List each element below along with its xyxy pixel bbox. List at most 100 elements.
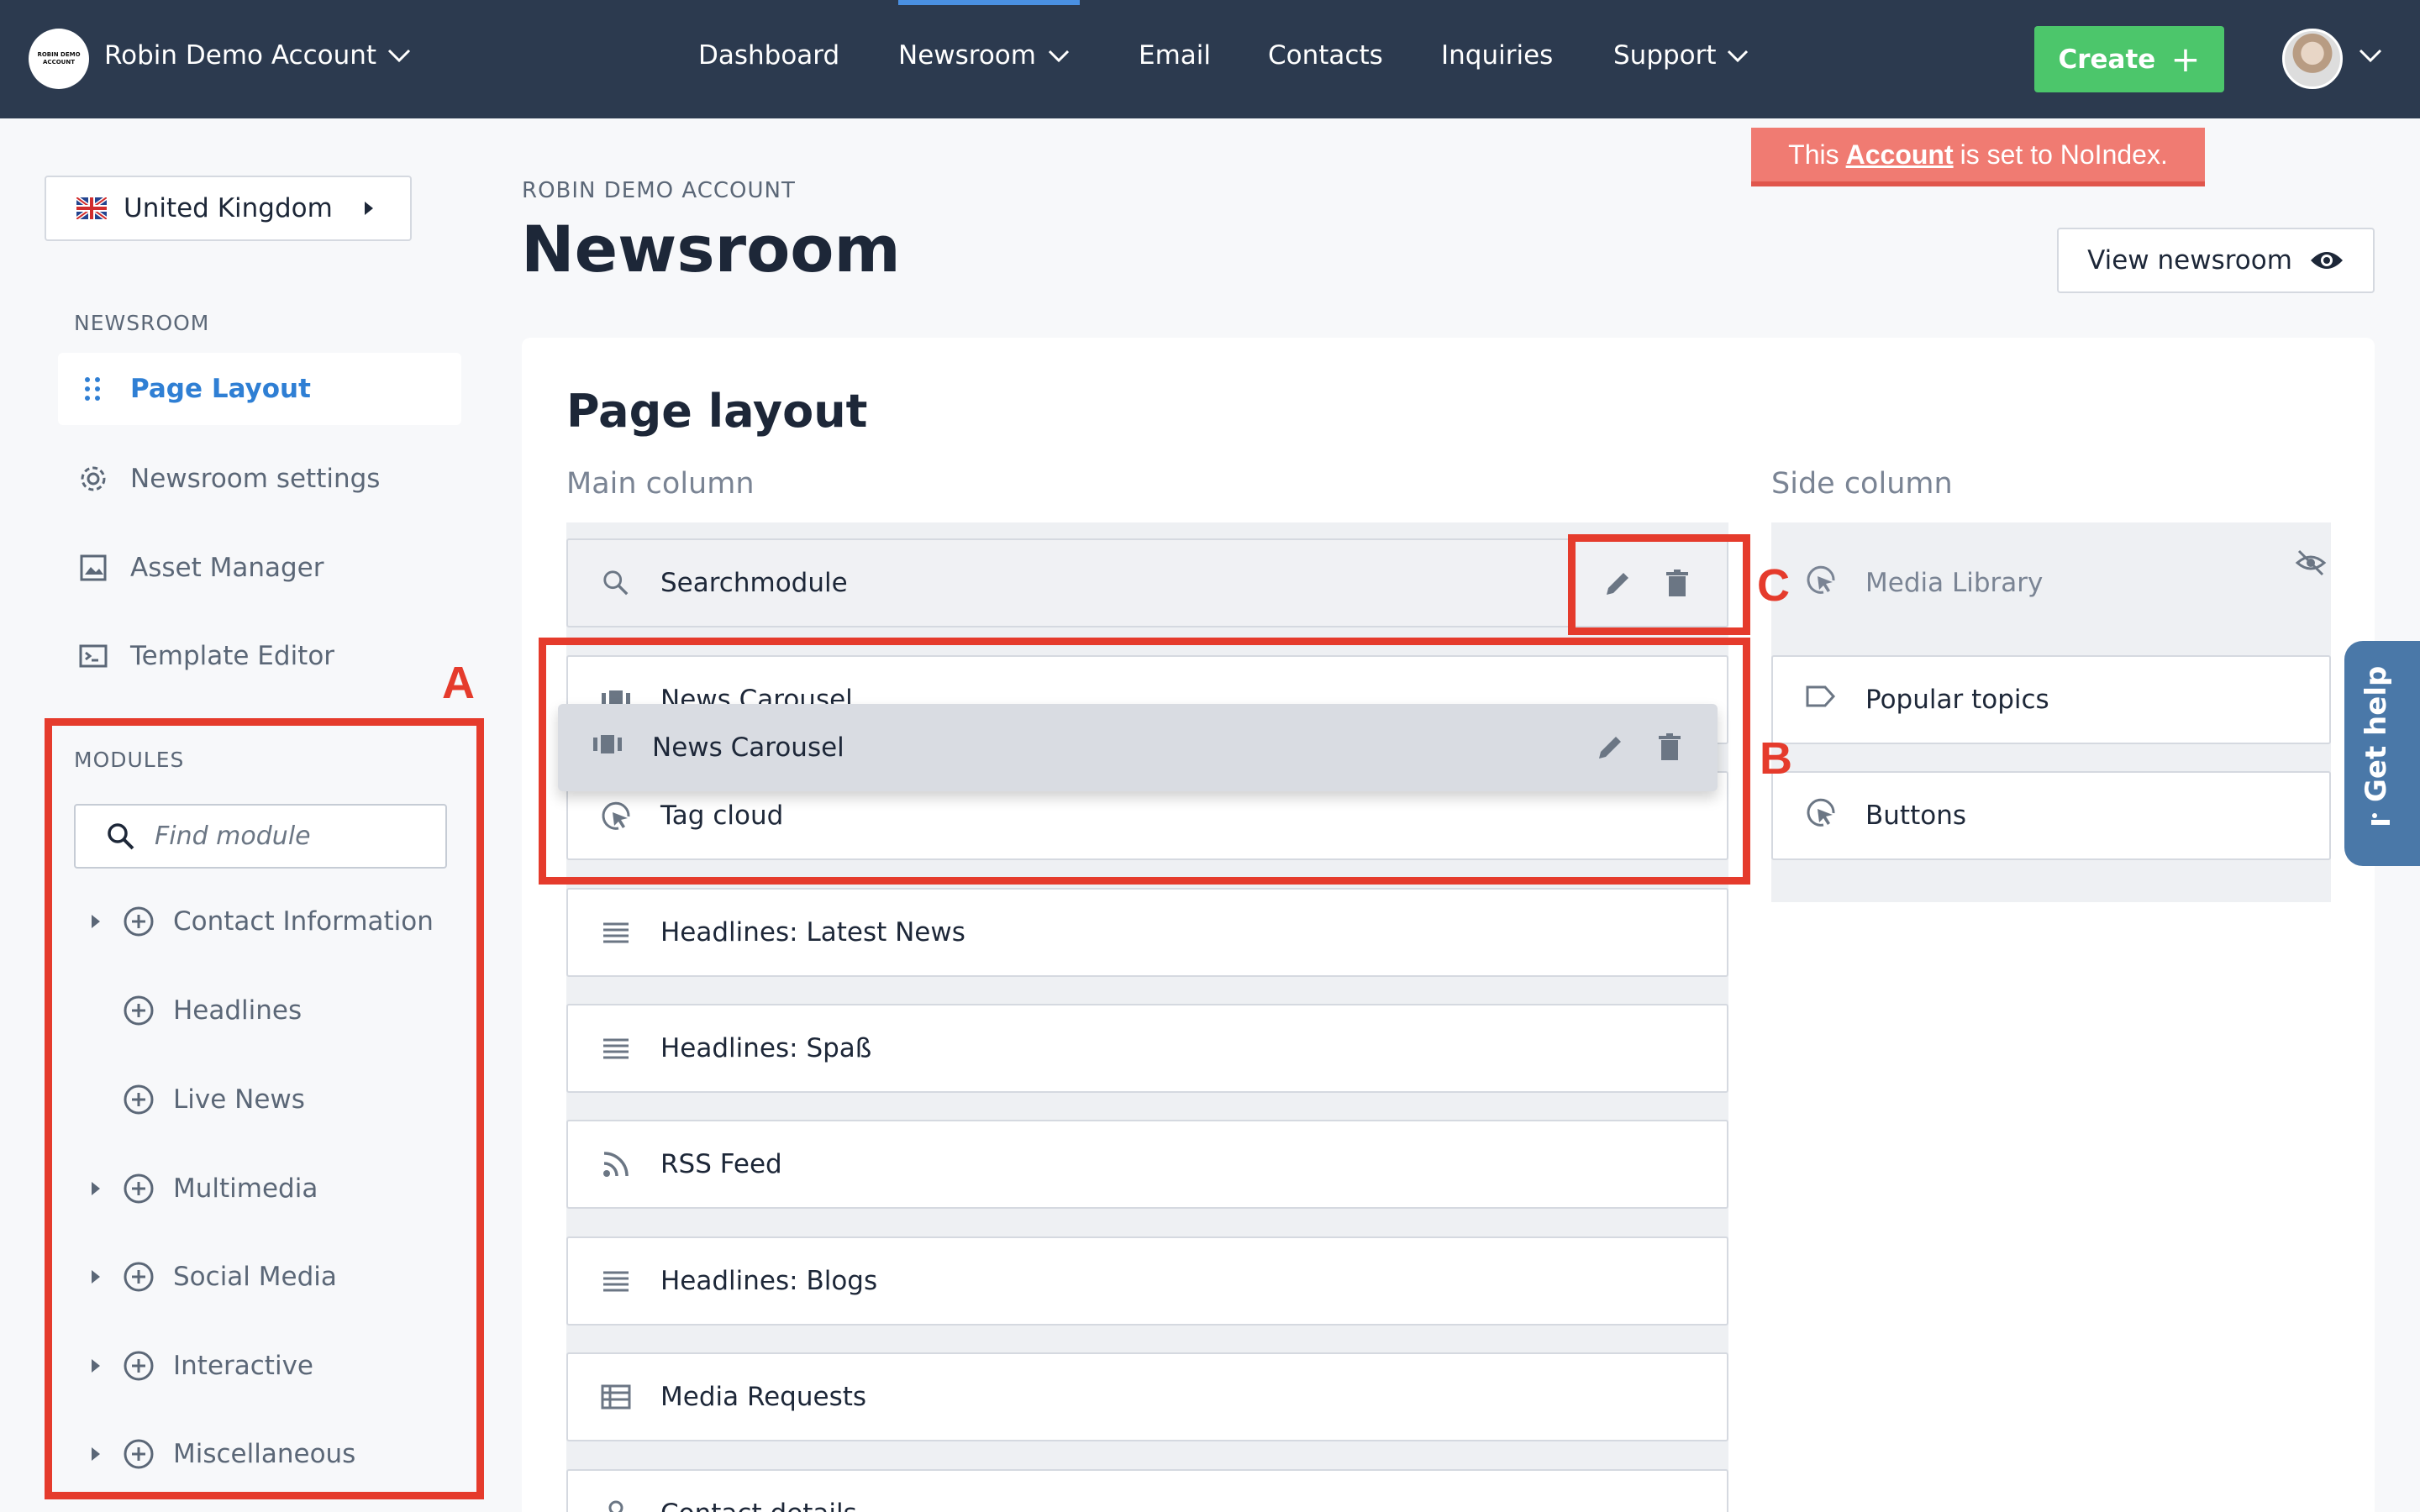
chevron-down-icon[interactable] — [387, 47, 412, 64]
active-nav-indicator — [898, 0, 1080, 5]
layout-module-headlines-latest-news[interactable]: Headlines: Latest News — [566, 888, 1728, 977]
module-category-miscellaneous[interactable]: Miscellaneous — [87, 1433, 355, 1475]
module-label: Multimedia — [173, 1173, 318, 1204]
list-lines-icon — [600, 1265, 632, 1297]
side-module-buttons[interactable]: Buttons — [1771, 771, 2331, 860]
add-circle-icon[interactable] — [123, 1350, 155, 1382]
user-menu-chevron-down-icon[interactable] — [2358, 47, 2383, 64]
main-column-label: Main column — [566, 467, 755, 501]
nav-newsroom[interactable]: Newsroom — [898, 40, 1036, 71]
search-icon — [600, 567, 632, 599]
module-category-live-news[interactable]: Live News — [87, 1079, 305, 1121]
pointer-click-icon — [1805, 564, 1837, 602]
module-category-social-media[interactable]: Social Media — [87, 1256, 337, 1298]
annotation-box-c — [1568, 534, 1750, 635]
caret-right-icon[interactable] — [87, 1267, 104, 1287]
find-module-input[interactable]: Find module — [74, 804, 447, 869]
annotation-label-a: A — [442, 658, 475, 708]
side-column-label: Side column — [1771, 467, 1953, 501]
module-label: Live News — [173, 1084, 305, 1115]
table-list-icon — [600, 1381, 632, 1413]
view-newsroom-button[interactable]: View newsroom — [2057, 228, 2375, 293]
newsroom-chevron-down-icon[interactable] — [1047, 49, 1071, 64]
add-circle-icon[interactable] — [123, 1261, 155, 1293]
banner-account-link[interactable]: Account — [1846, 139, 1954, 171]
module-category-interactive[interactable]: Interactive — [87, 1345, 313, 1387]
nav-email[interactable]: Email — [1139, 40, 1211, 71]
caret-right-icon[interactable] — [87, 1444, 104, 1464]
newsroom-section-heading: NEWSROOM — [74, 311, 210, 335]
account-logo[interactable]: ROBIN DEMO ACCOUNT — [29, 29, 89, 89]
account-logo-text: ROBIN DEMO ACCOUNT — [37, 51, 81, 66]
nav-inquiries[interactable]: Inquiries — [1441, 40, 1553, 71]
caret-right-icon[interactable] — [87, 1356, 104, 1376]
module-label: Contact Information — [173, 906, 434, 937]
gear-icon — [76, 462, 110, 496]
country-label: United Kingdom — [124, 193, 333, 223]
person-icon — [600, 1498, 632, 1512]
breadcrumb: ROBIN DEMO ACCOUNT — [522, 178, 796, 203]
module-category-multimedia[interactable]: Multimedia — [87, 1168, 318, 1210]
add-circle-icon[interactable] — [123, 995, 155, 1026]
add-circle-icon[interactable] — [123, 1173, 155, 1205]
page-layout-title: Page layout — [566, 385, 868, 438]
module-label: Miscellaneous — [173, 1439, 356, 1469]
sidebar-item-page-layout[interactable]: Page Layout — [58, 353, 461, 425]
grid-dots-icon — [76, 372, 110, 406]
side-module-media-library[interactable]: Media Library — [1771, 538, 2331, 627]
find-module-placeholder: Find module — [155, 822, 311, 851]
add-circle-icon[interactable] — [123, 1438, 155, 1470]
layout-module-media-requests[interactable]: Media Requests — [566, 1352, 1728, 1441]
caret-right-icon[interactable] — [87, 1179, 104, 1199]
layout-module-headlines-blogs[interactable]: Headlines: Blogs — [566, 1236, 1728, 1326]
eye-icon — [2310, 252, 2343, 269]
banner-prefix: This — [1788, 139, 1839, 170]
sidebar-item-template-editor[interactable]: Template Editor — [58, 620, 461, 692]
caret-right-icon — [364, 202, 373, 215]
create-button[interactable]: Create + — [2034, 26, 2224, 92]
module-label: Media Requests — [660, 1382, 867, 1412]
layout-module-searchmodule[interactable]: Searchmodule — [566, 538, 1728, 627]
module-label: Popular topics — [1865, 685, 2049, 715]
create-button-label: Create — [2058, 44, 2156, 75]
module-label: Headlines: Latest News — [660, 917, 965, 948]
sidebar-item-label: Asset Manager — [130, 553, 324, 583]
country-selector[interactable]: United Kingdom — [45, 176, 412, 241]
caret-right-icon[interactable] — [87, 911, 104, 932]
module-category-contact-information[interactable]: Contact Information — [87, 900, 434, 942]
add-circle-icon[interactable] — [123, 1084, 155, 1116]
avatar[interactable] — [2282, 29, 2343, 89]
side-module-popular-topics[interactable]: Popular topics — [1771, 655, 2331, 744]
add-circle-icon[interactable] — [123, 906, 155, 937]
nav-dashboard[interactable]: Dashboard — [698, 40, 839, 71]
layout-module-rss-feed[interactable]: RSS Feed — [566, 1120, 1728, 1209]
sidebar-item-label: Page Layout — [130, 374, 311, 404]
sidebar-item-asset-manager[interactable]: Asset Manager — [58, 532, 461, 604]
module-label: Contact details — [660, 1499, 857, 1512]
image-icon — [76, 551, 110, 585]
layout-module-headlines-spass[interactable]: Headlines: Spaß — [566, 1004, 1728, 1093]
page-title: Newsroom — [521, 212, 901, 286]
nav-contacts[interactable]: Contacts — [1268, 40, 1383, 71]
sidebar-item-newsroom-settings[interactable]: Newsroom settings — [58, 443, 461, 515]
module-label: Headlines: Spaß — [660, 1033, 872, 1063]
search-icon — [108, 822, 134, 849]
nav-support[interactable]: Support — [1613, 40, 1717, 71]
layout-module-contact-details[interactable]: Contact details — [566, 1469, 1728, 1512]
support-chevron-down-icon[interactable] — [1726, 49, 1749, 64]
view-newsroom-label: View newsroom — [2087, 245, 2292, 276]
banner-suffix: is set to NoIndex. — [1960, 139, 2168, 170]
annotation-label-b: B — [1760, 733, 1792, 784]
sidebar-item-label: Newsroom settings — [130, 464, 381, 494]
module-label: Interactive — [173, 1351, 313, 1381]
modules-section-heading: MODULES — [74, 748, 185, 772]
info-icon — [2371, 813, 2390, 825]
module-label: Social Media — [173, 1262, 337, 1292]
rss-icon — [600, 1148, 632, 1180]
code-window-icon — [76, 639, 110, 673]
annotation-label-c: C — [1757, 560, 1790, 611]
eye-off-icon[interactable] — [2294, 546, 2328, 580]
module-label: Buttons — [1865, 801, 1966, 831]
module-category-headlines[interactable]: Headlines — [87, 990, 302, 1032]
account-switcher[interactable]: Robin Demo Account — [104, 40, 376, 71]
